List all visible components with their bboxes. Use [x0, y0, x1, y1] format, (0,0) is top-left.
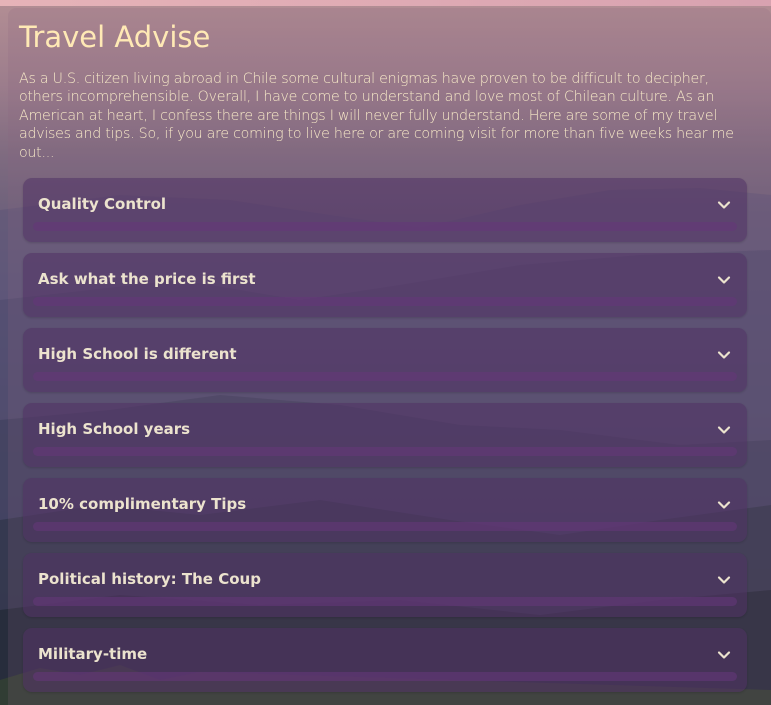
accordion-item-body-collapsed	[33, 597, 737, 606]
chevron-down-icon[interactable]	[715, 346, 733, 364]
accordion-item-body-collapsed	[33, 522, 737, 531]
accordion-item-political-history[interactable]: Political history: The Coup	[23, 553, 747, 617]
chevron-down-icon[interactable]	[715, 571, 733, 589]
accordion-item-body-collapsed	[33, 222, 737, 231]
accordion-item-label: Military-time	[38, 645, 148, 663]
accordion-item-label: Quality Control	[38, 195, 167, 213]
accordion-item-body-collapsed	[33, 672, 737, 681]
accordion-item-label: 10% complimentary Tips	[38, 495, 247, 513]
accordion-item-body-collapsed	[33, 372, 737, 381]
chevron-down-icon[interactable]	[715, 271, 733, 289]
chevron-down-icon[interactable]	[715, 196, 733, 214]
accordion-item-ask-price[interactable]: Ask what the price is first	[23, 253, 747, 317]
accordion-item-high-school-years[interactable]: High School years	[23, 403, 747, 467]
accordion-item-label: Political history: The Coup	[38, 570, 261, 588]
accordion-item-label: High School is different	[38, 345, 237, 363]
top-accent-bar	[0, 0, 771, 6]
advice-accordion: Quality Control Ask what the price is fi…	[23, 178, 747, 703]
accordion-item-military-time[interactable]: Military-time	[23, 628, 747, 692]
chevron-down-icon[interactable]	[715, 421, 733, 439]
chevron-down-icon[interactable]	[715, 646, 733, 664]
accordion-item-tips[interactable]: 10% complimentary Tips	[23, 478, 747, 542]
page-title: Travel Advise	[19, 20, 211, 54]
accordion-item-high-school-different[interactable]: High School is different	[23, 328, 747, 392]
intro-paragraph: As a U.S. citizen living abroad in Chile…	[19, 71, 734, 161]
accordion-item-body-collapsed	[33, 447, 737, 456]
accordion-item-label: Ask what the price is first	[38, 270, 256, 288]
accordion-item-body-collapsed	[33, 297, 737, 306]
chevron-down-icon[interactable]	[715, 496, 733, 514]
page-background: Travel Advise As a U.S. citizen living a…	[0, 0, 771, 705]
accordion-item-quality-control[interactable]: Quality Control	[23, 178, 747, 242]
accordion-item-label: High School years	[38, 420, 191, 438]
